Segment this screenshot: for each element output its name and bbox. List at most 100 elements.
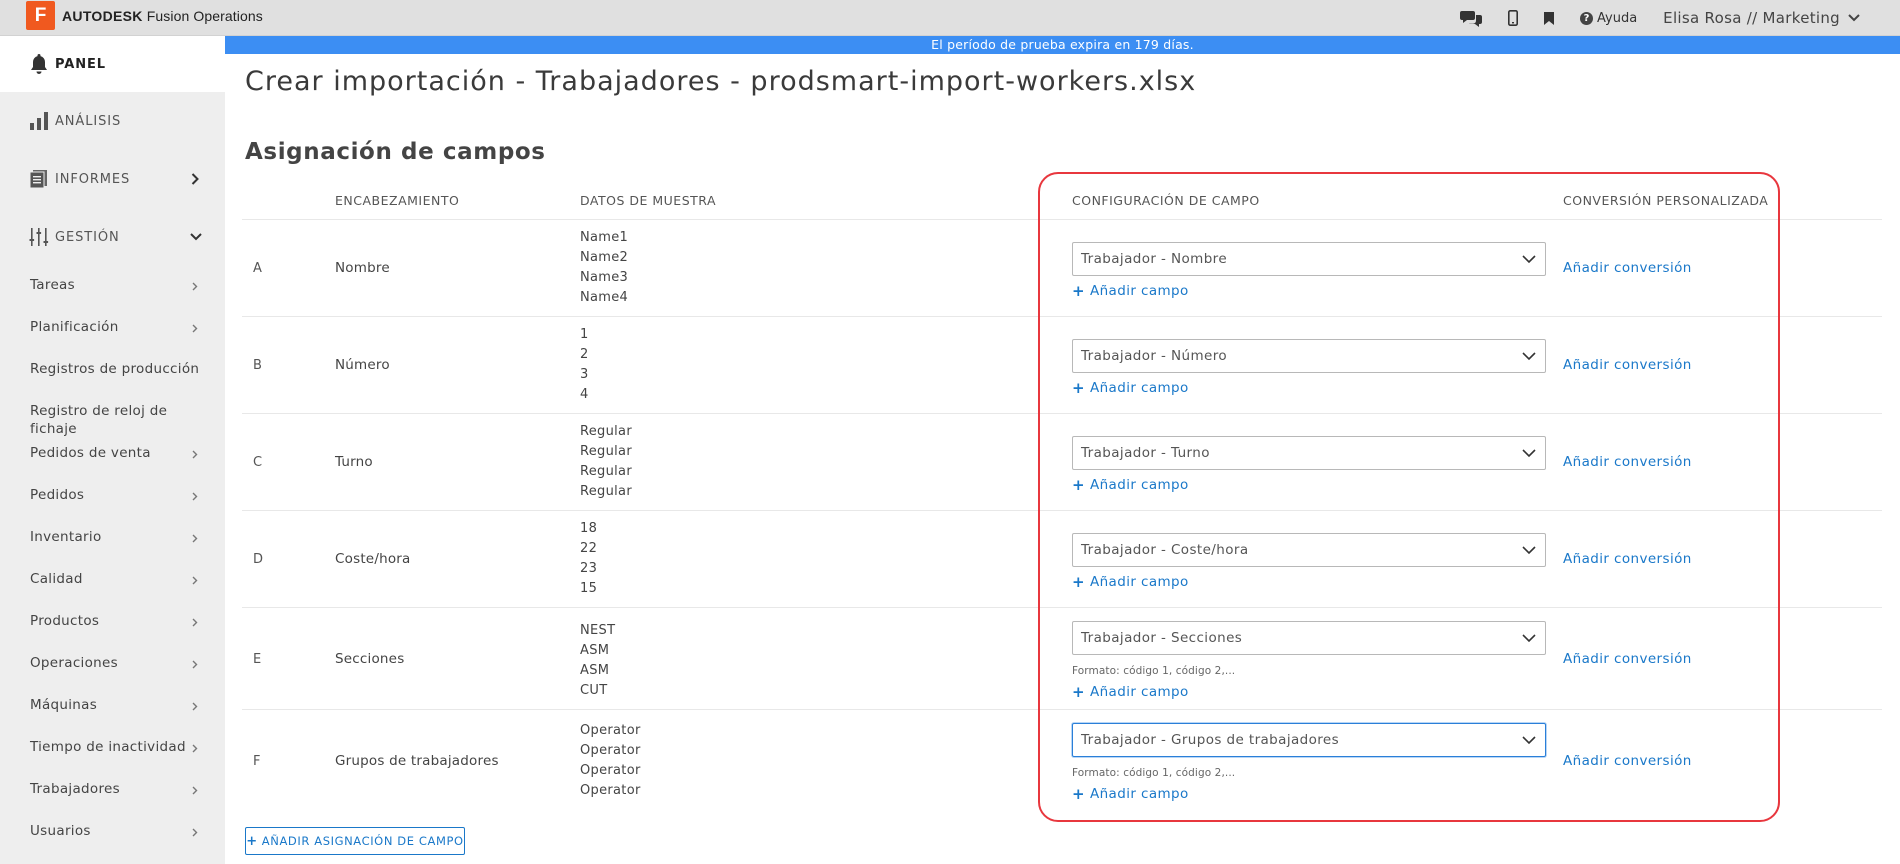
row-header: Turno	[335, 454, 373, 470]
sample-value: 22	[580, 541, 598, 556]
app-name: AUTODESK Fusion Operations	[62, 7, 263, 24]
sidebar-item-registro-reloj[interactable]: Registro de reloj de fichaje	[30, 402, 200, 438]
sidebar-item-label: Máquinas	[30, 697, 98, 713]
mobile-icon[interactable]	[1508, 0, 1518, 36]
chevron-right-icon	[192, 450, 198, 459]
sample-value: Name2	[580, 250, 629, 265]
plus-icon: +	[246, 833, 258, 849]
sidebar-item-label: Productos	[30, 613, 100, 629]
sidebar-item-label: Registros de producción	[30, 361, 200, 377]
sidebar-item-label: Pedidos de venta	[30, 445, 151, 461]
row-letter: C	[253, 455, 263, 470]
highlight-box	[1038, 172, 1780, 822]
sidebar-item-pedidos-venta[interactable]: Pedidos de venta	[30, 444, 200, 462]
chevron-right-icon	[192, 702, 198, 711]
sidebar-item-label: INFORMES	[55, 171, 131, 187]
row-letter: B	[253, 358, 262, 373]
row-header: Número	[335, 357, 390, 373]
sample-value: Regular	[580, 424, 632, 439]
chevron-down-icon	[190, 233, 202, 241]
sample-value: Regular	[580, 464, 632, 479]
sidebar-item-tiempo-inactividad[interactable]: Tiempo de inactividad	[30, 738, 200, 756]
sample-value: 23	[580, 561, 598, 576]
sidebar-item-inventario[interactable]: Inventario	[30, 528, 200, 546]
sample-value: Operator	[580, 763, 641, 778]
sidebar-item-trabajadores[interactable]: Trabajadores	[30, 780, 200, 798]
sidebar-item-label: Tiempo de inactividad	[30, 739, 186, 755]
row-letter: F	[253, 754, 261, 769]
chevron-right-icon	[191, 173, 199, 185]
sample-data: NEST ASM ASM CUT	[580, 621, 615, 701]
row-header: Nombre	[335, 260, 390, 276]
chevron-right-icon	[192, 576, 198, 585]
add-field-mapping-button[interactable]: + AÑADIR ASIGNACIÓN DE CAMPO	[245, 827, 465, 855]
chevron-right-icon	[192, 828, 198, 837]
row-letter: E	[253, 652, 262, 667]
sidebar-item-label: GESTIÓN	[55, 229, 120, 245]
chevron-right-icon	[192, 618, 198, 627]
page-title: Crear importación - Trabajadores - prods…	[245, 66, 1197, 97]
sidebar-item-calidad[interactable]: Calidad	[30, 570, 200, 588]
sidebar-item-reports[interactable]: INFORMES	[0, 161, 225, 197]
sidebar: PANEL ANÁLISIS INFORMES GESTIÓN Tareas P…	[0, 36, 225, 864]
sample-value: Operator	[580, 723, 641, 738]
user-menu[interactable]: Elisa Rosa // Marketing	[1663, 9, 1860, 27]
sample-data: 1 2 3 4	[580, 325, 589, 405]
chevron-right-icon	[192, 660, 198, 669]
sample-value: ASM	[580, 643, 610, 658]
sample-value: Operator	[580, 783, 641, 798]
sidebar-item-label: Planificación	[30, 319, 119, 335]
sidebar-item-analysis[interactable]: ANÁLISIS	[0, 103, 225, 139]
bar-chart-icon	[30, 112, 48, 130]
help-icon: ?	[1580, 11, 1593, 25]
bell-icon	[31, 54, 47, 74]
sidebar-item-label: ANÁLISIS	[55, 113, 122, 129]
sidebar-item-label: Trabajadores	[30, 781, 120, 797]
sidebar-item-management[interactable]: GESTIÓN	[0, 219, 225, 255]
document-icon	[29, 170, 47, 189]
sidebar-item-label: Pedidos	[30, 487, 85, 503]
sample-value: NEST	[580, 623, 616, 638]
sidebar-item-pedidos[interactable]: Pedidos	[30, 486, 200, 504]
sidebar-item-productos[interactable]: Productos	[30, 612, 200, 630]
sidebar-item-label: Inventario	[30, 529, 102, 545]
app-logo[interactable]: F AUTODESK Fusion Operations	[26, 1, 263, 30]
row-letter: D	[253, 552, 264, 567]
sample-value: 2	[580, 347, 589, 362]
sample-value: Operator	[580, 743, 641, 758]
sliders-icon	[29, 228, 49, 246]
chat-icon[interactable]	[1460, 0, 1482, 36]
sidebar-item-operaciones[interactable]: Operaciones	[30, 654, 200, 672]
sidebar-item-maquinas[interactable]: Máquinas	[30, 696, 200, 714]
sample-value: 4	[580, 387, 589, 402]
chevron-right-icon	[192, 534, 198, 543]
chevron-right-icon	[192, 492, 198, 501]
sidebar-item-label: Registro de reloj de fichaje	[30, 403, 168, 437]
chevron-right-icon	[192, 324, 198, 333]
bookmark-icon[interactable]	[1544, 0, 1554, 36]
row-header: Coste/hora	[335, 551, 411, 567]
sidebar-item-label: Operaciones	[30, 655, 118, 671]
sidebar-item-registros-produccion[interactable]: Registros de producción	[30, 360, 200, 378]
help-button[interactable]: ? Ayuda	[1580, 11, 1637, 26]
sidebar-item-label: PANEL	[55, 56, 106, 72]
sample-value: Regular	[580, 444, 632, 459]
sample-value: Name3	[580, 270, 629, 285]
sidebar-item-panel[interactable]: PANEL	[0, 36, 225, 92]
sidebar-item-planificacion[interactable]: Planificación	[30, 318, 200, 336]
sidebar-item-label: Calidad	[30, 571, 83, 587]
chevron-right-icon	[192, 744, 198, 753]
sample-data: 18 22 23 15	[580, 519, 597, 599]
sample-value: 15	[580, 581, 598, 596]
user-label: Elisa Rosa // Marketing	[1663, 9, 1840, 27]
chevron-down-icon	[1848, 14, 1860, 22]
sample-value: CUT	[580, 683, 608, 698]
sample-data: Operator Operator Operator Operator	[580, 721, 641, 801]
column-header-heading: ENCABEZAMIENTO	[335, 193, 460, 208]
chevron-right-icon	[192, 786, 198, 795]
sidebar-item-tareas[interactable]: Tareas	[30, 276, 200, 294]
sample-data: Name1 Name2 Name3 Name4	[580, 228, 628, 308]
fusion-logo-icon: F	[26, 1, 55, 30]
sidebar-item-usuarios[interactable]: Usuarios	[30, 822, 200, 840]
sample-value: Regular	[580, 484, 632, 499]
